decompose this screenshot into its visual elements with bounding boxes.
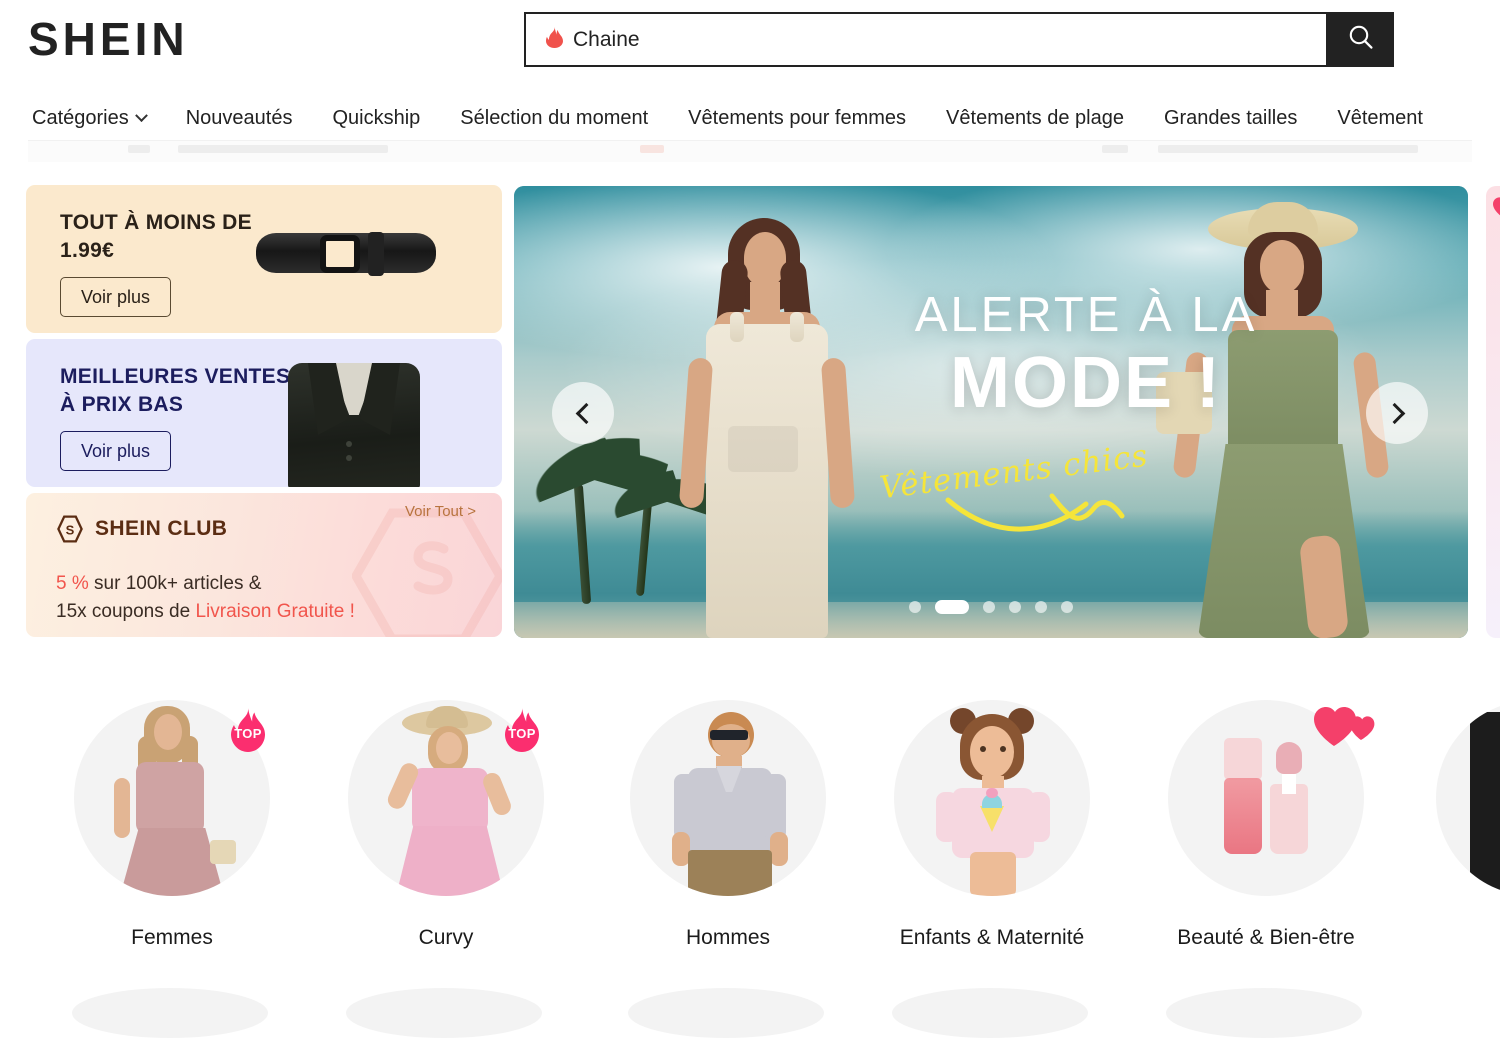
chevron-left-icon	[575, 402, 597, 424]
carousel-dot-1[interactable]	[909, 601, 921, 613]
carousel-dot-5[interactable]	[1035, 601, 1047, 613]
promo-card-column: TOUT À MOINS DE 1.99€ Voir plus MEILLEUR…	[26, 185, 502, 637]
category-curvy[interactable]: TOP Curvy	[346, 700, 546, 950]
shein-logo[interactable]: SHEIN	[28, 12, 189, 66]
club-benefit-line-1: 5 % sur 100k+ articles &	[56, 571, 261, 597]
carousel-dots	[514, 600, 1468, 614]
category-thumbnail	[894, 700, 1090, 896]
hero-title-line2: MODE !	[950, 343, 1222, 423]
chevron-right-icon	[1383, 402, 1405, 424]
shein-club-name: SHEIN CLUB	[95, 517, 228, 540]
belt-image	[256, 219, 436, 291]
nav-item-categories[interactable]: Catégories	[32, 106, 148, 130]
category-enfants-maternite[interactable]: Enfants & Maternité	[892, 700, 1092, 950]
club-header: S SHEIN CLUB	[56, 515, 227, 543]
category-row-next-peek	[0, 988, 1500, 1038]
site-header: SHEIN Chaine	[0, 0, 1500, 90]
category-label: Hommes	[685, 926, 770, 949]
heart-icon	[1492, 196, 1500, 220]
category-femmes[interactable]: TOP Femmes	[72, 700, 272, 950]
category-thumbnail	[1436, 700, 1500, 896]
hero-swoosh-decoration	[944, 486, 1134, 546]
search-icon	[1347, 23, 1375, 56]
promo-card-title: TOUT À MOINS DE 1.99€	[60, 209, 252, 265]
search-input-value: Chaine	[573, 27, 640, 51]
top-badge-label: TOP	[234, 726, 262, 741]
carousel-dot-6[interactable]	[1061, 601, 1073, 613]
hero-title: ALERTE À LA MODE !	[826, 286, 1346, 422]
promo-title-line1: MEILLEURES VENTES	[60, 365, 291, 388]
heart-badge	[1312, 704, 1376, 748]
main-navigation: Catégories Nouveautés Quickship Sélectio…	[0, 92, 1500, 144]
promo-title-line2: À PRIX BAS	[60, 393, 184, 416]
club-discount-value: 5 %	[56, 573, 89, 594]
nav-label: Catégories	[32, 106, 129, 129]
voir-tout-link[interactable]: Voir Tout >	[405, 503, 476, 520]
category-image-circle: TOP	[74, 700, 270, 896]
category-image-circle	[1436, 700, 1500, 896]
carousel-dot-4[interactable]	[1009, 601, 1021, 613]
chevron-down-icon	[134, 108, 148, 122]
nav-item-quickship[interactable]: Quickship	[332, 107, 420, 130]
voir-plus-button[interactable]: Voir plus	[60, 277, 172, 317]
search-button[interactable]	[1328, 12, 1394, 67]
scrolled-promo-strip	[28, 140, 1472, 162]
top-badge: TOP	[498, 706, 546, 754]
voir-plus-button[interactable]: Voir plus	[60, 431, 172, 471]
promo-card-best-sellers[interactable]: MEILLEURES VENTES À PRIX BAS Voir plus	[26, 339, 502, 487]
offscreen-promo-card-right[interactable]	[1486, 186, 1500, 638]
shein-club-hexagon-icon: S	[56, 515, 84, 543]
club-watermark	[350, 501, 502, 637]
hero-title-line1: ALERTE À LA	[914, 288, 1258, 342]
category-image-circle	[1168, 700, 1375, 896]
top-badge-label: TOP	[508, 726, 536, 741]
flame-icon	[546, 27, 563, 52]
club-line2-prefix: 15x coupons de	[56, 601, 196, 622]
shein-club-card[interactable]: Voir Tout > S SHEIN CLUB 5 % sur 100k+ a…	[26, 493, 502, 637]
carousel-prev-button[interactable]	[552, 382, 614, 444]
nav-item-vetements[interactable]: Vêtement	[1337, 107, 1423, 130]
category-image-circle: TOP	[348, 700, 544, 896]
svg-text:S: S	[66, 522, 75, 537]
category-label: Curvy	[418, 926, 474, 949]
hero-carousel[interactable]: ALERTE À LA MODE ! Vêtements chics	[514, 186, 1468, 638]
top-badge: TOP	[224, 706, 272, 754]
category-thumbnail	[630, 700, 826, 896]
club-line1-rest: sur 100k+ articles &	[88, 573, 262, 594]
search-bar: Chaine	[524, 12, 1394, 67]
nav-item-vetements-de-plage[interactable]: Vêtements de plage	[946, 107, 1124, 130]
promo-card-title: MEILLEURES VENTES À PRIX BAS	[60, 363, 290, 419]
hero-model-left	[632, 208, 892, 638]
club-benefit-line-2: 15x coupons de Livraison Gratuite !	[56, 599, 355, 625]
category-shortcuts: TOP Femmes TOP Curvy Hommes Enfants & Ma…	[0, 690, 1500, 980]
nav-item-nouveautes[interactable]: Nouveautés	[186, 107, 293, 130]
nav-item-grandes-tailles[interactable]: Grandes tailles	[1164, 107, 1297, 130]
search-input[interactable]: Chaine	[524, 12, 1328, 67]
category-label: Beauté & Bien-être	[1177, 926, 1355, 949]
promo-title-line1: TOUT À MOINS DE	[60, 211, 252, 234]
blazer-image	[278, 349, 430, 487]
carousel-dot-3[interactable]	[983, 601, 995, 613]
category-offscreen-next[interactable]	[1434, 700, 1500, 896]
category-hommes[interactable]: Hommes	[628, 700, 828, 950]
club-free-shipping-text: Livraison Gratuite !	[195, 601, 355, 622]
category-image-circle	[894, 700, 1090, 896]
nav-item-selection-du-moment[interactable]: Sélection du moment	[460, 107, 648, 130]
carousel-dot-2[interactable]	[935, 600, 969, 614]
category-label: Femmes	[131, 926, 213, 949]
nav-item-vetements-pour-femmes[interactable]: Vêtements pour femmes	[688, 107, 906, 130]
promo-title-line2: 1.99€	[60, 239, 115, 262]
category-image-circle	[630, 700, 826, 896]
category-label: Enfants & Maternité	[899, 926, 1085, 949]
carousel-next-button[interactable]	[1366, 382, 1428, 444]
promo-card-under-199[interactable]: TOUT À MOINS DE 1.99€ Voir plus	[26, 185, 502, 333]
category-beaute-bien-etre[interactable]: Beauté & Bien-être	[1166, 700, 1375, 950]
